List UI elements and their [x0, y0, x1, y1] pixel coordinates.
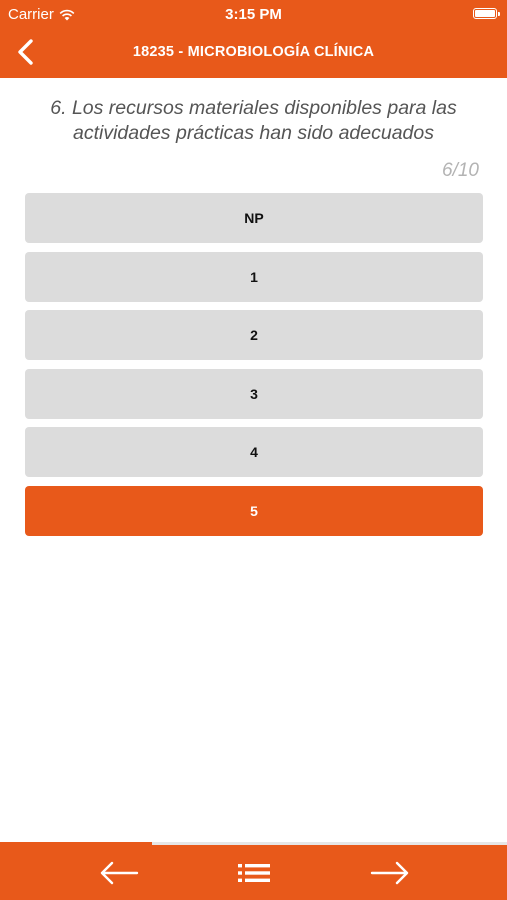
- option-4-button[interactable]: 4: [25, 427, 483, 478]
- nav-bar: 18235 - MICROBIOLOGÍA CLÍNICA: [0, 28, 507, 78]
- bottom-toolbar: [0, 845, 507, 900]
- arrow-right-icon: [370, 861, 409, 885]
- battery-icon: [473, 8, 500, 19]
- option-5-button[interactable]: 5: [25, 485, 483, 536]
- question-list-button[interactable]: [232, 853, 276, 893]
- question-text: 6. Los recursos materiales disponibles p…: [50, 97, 457, 144]
- status-bar: Carrier 3:15 PM: [0, 0, 507, 28]
- next-button[interactable]: [368, 853, 412, 893]
- option-3-button[interactable]: 3: [25, 368, 483, 419]
- question-progress-label: 6/10: [442, 160, 479, 181]
- previous-button[interactable]: [97, 853, 141, 893]
- option-np-button[interactable]: NP: [25, 193, 483, 243]
- option-1-button[interactable]: 1: [25, 251, 483, 302]
- page-title: 18235 - MICROBIOLOGÍA CLÍNICA: [132, 44, 375, 60]
- header: Carrier 3:15 PM 18235 - MICROBIOLOGÍA CL…: [0, 0, 507, 78]
- option-2-button[interactable]: 2: [25, 310, 483, 361]
- answer-options: NP 1 2 3 4 5: [25, 193, 483, 545]
- arrow-left-icon: [100, 861, 139, 885]
- status-time: 3:15 PM: [225, 6, 282, 23]
- screen: Carrier 3:15 PM 18235 - MICROBIOLOGÍA CL…: [0, 0, 507, 900]
- list-icon: [238, 864, 270, 882]
